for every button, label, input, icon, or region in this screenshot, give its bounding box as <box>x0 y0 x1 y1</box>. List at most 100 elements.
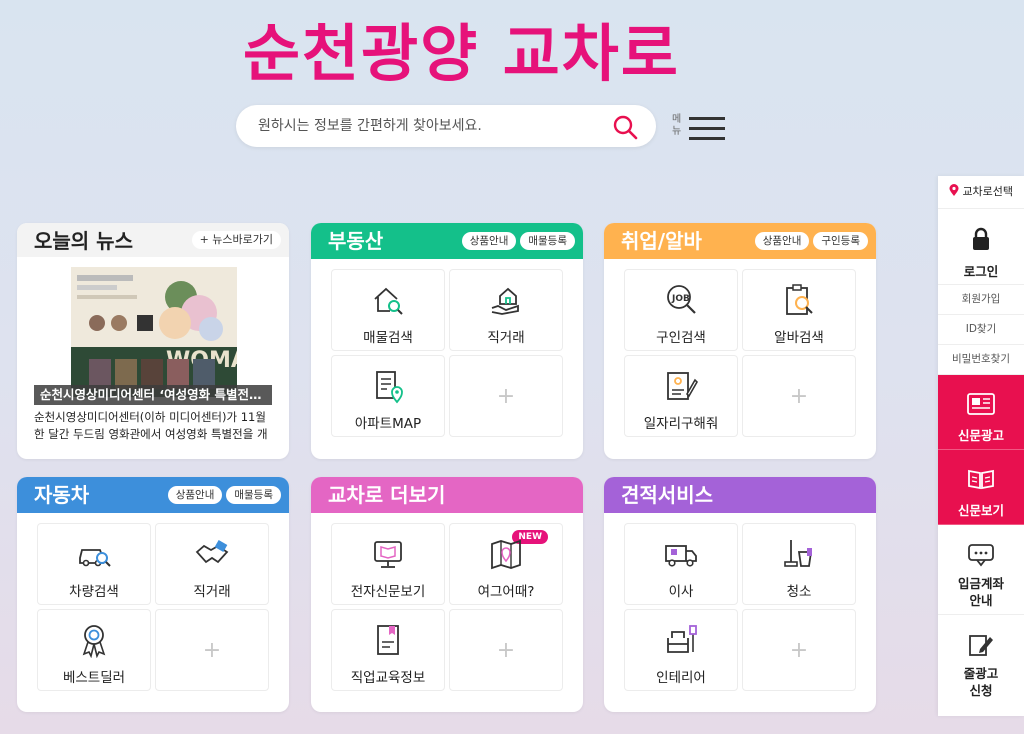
newspaper-ad-label: 신문광고 <box>957 428 1004 443</box>
e-newspaper-tile[interactable]: 전자신문보기 <box>331 523 445 605</box>
armchair-lamp-icon <box>663 622 699 658</box>
car-direct-tile[interactable]: 직거래 <box>155 523 269 605</box>
car-register-button[interactable]: 매물등록 <box>226 486 281 504</box>
login-button[interactable]: 로그인 <box>938 209 1024 285</box>
site-title[interactable]: 순천광양 교차로 <box>243 14 680 94</box>
estimate-title[interactable]: 견적서비스 <box>621 481 713 509</box>
news-title: 오늘의 뉴스 <box>34 229 133 253</box>
house-search-icon <box>370 282 406 318</box>
region-select-label: 교차로선택 <box>962 185 1014 198</box>
realestate-direct-tile[interactable]: 직거래 <box>449 269 563 351</box>
plus-icon: + <box>789 384 809 409</box>
interior-tile[interactable]: 인테리어 <box>624 609 738 691</box>
search-input[interactable] <box>258 113 618 139</box>
more-add-tile[interactable]: + <box>449 609 563 691</box>
location-pin-icon <box>949 184 959 196</box>
jobs-title[interactable]: 취업/알바 <box>621 227 702 255</box>
line-ad-label: 줄광고 신청 <box>963 666 999 698</box>
car-direct-label: 직거래 <box>193 584 231 600</box>
news-summary[interactable]: 순천시영상미디어센터(이하 미디어센터)가 11월 한 달간 두드림 영화관에서… <box>34 409 278 443</box>
search-bar <box>236 105 656 147</box>
deposit-account-button[interactable]: 입금계좌 안내 <box>938 525 1024 615</box>
job-request-tile[interactable]: 일자리구해줘 <box>624 355 738 437</box>
search-icon[interactable] <box>612 114 638 144</box>
news-header: 오늘의 뉴스 + 뉴스바로가기 <box>17 223 289 257</box>
book-bookmark-icon <box>370 622 406 658</box>
moving-tile[interactable]: 이사 <box>624 523 738 605</box>
find-password-link[interactable]: 비밀번호찾기 <box>938 345 1024 375</box>
clipboard-search-icon <box>781 282 817 318</box>
find-id-link[interactable]: ID찾기 <box>938 315 1024 345</box>
plus-icon: + <box>496 384 516 409</box>
realestate-title[interactable]: 부동산 <box>328 227 383 255</box>
best-dealer-tile[interactable]: 베스트딜러 <box>37 609 151 691</box>
region-select-button[interactable]: 교차로선택 <box>938 176 1024 209</box>
truck-icon <box>663 536 699 572</box>
jobs-register-button[interactable]: 구인등록 <box>813 232 868 250</box>
line-ad-button[interactable]: 줄광고 신청 <box>938 615 1024 705</box>
job-training-tile[interactable]: 직업교육정보 <box>331 609 445 691</box>
newspaper-view-label: 신문보기 <box>957 503 1004 518</box>
where-to-go-tile[interactable]: NEW 여그어때? <box>449 523 563 605</box>
moving-label: 이사 <box>668 584 694 600</box>
more-card: 교차로 더보기 전자신문보기 NEW 여그어때? 직업교육정보 + <box>311 477 583 712</box>
parttime-search-label: 알바검색 <box>774 330 824 346</box>
car-card: 자동차 상품안내 매물등록 차량검색 직거래 베스트딜러 + <box>17 477 289 712</box>
hamburger-icon <box>689 116 727 146</box>
more-title[interactable]: 교차로 더보기 <box>328 481 445 509</box>
jobs-product-info-button[interactable]: 상품안내 <box>754 232 810 250</box>
menu-label: 메뉴 <box>672 114 682 137</box>
realestate-add-tile[interactable]: + <box>449 355 563 437</box>
job-training-label: 직업교육정보 <box>350 670 426 686</box>
map-pin-icon <box>488 536 524 572</box>
newspaper-ad-button[interactable]: 신문광고 <box>938 375 1024 450</box>
realestate-search-tile[interactable]: 매물검색 <box>331 269 445 351</box>
realestate-header: 부동산 상품안내 매물등록 <box>311 223 583 259</box>
interior-label: 인테리어 <box>656 670 706 686</box>
estimate-add-tile[interactable]: + <box>742 609 856 691</box>
lock-icon <box>971 227 991 255</box>
news-headline[interactable]: 순천시영상미디어센터 ‘여성영화 특별전’... <box>34 385 272 405</box>
plus-icon: + <box>202 638 222 663</box>
deposit-account-label: 입금계좌 안내 <box>957 576 1004 608</box>
newspaper-view-button[interactable]: 신문보기 <box>938 450 1024 525</box>
open-book-icon <box>967 468 995 494</box>
plus-icon: + <box>496 638 516 663</box>
jobs-header: 취업/알바 상품안내 구인등록 <box>604 223 876 259</box>
car-add-tile[interactable]: + <box>155 609 269 691</box>
apartment-map-tile[interactable]: 아파트MAP <box>331 355 445 437</box>
best-dealer-label: 베스트딜러 <box>62 670 126 686</box>
car-title[interactable]: 자동차 <box>34 481 89 509</box>
jobs-add-tile[interactable]: + <box>742 355 856 437</box>
hand-house-icon <box>488 282 524 318</box>
news-more-button[interactable]: + 뉴스바로가기 <box>191 231 281 249</box>
realestate-direct-label: 직거래 <box>487 330 525 346</box>
job-search-tile[interactable]: JOB 구인검색 <box>624 269 738 351</box>
job-request-label: 일자리구해줘 <box>643 416 719 432</box>
jobs-card: 취업/알바 상품안내 구인등록 JOB 구인검색 알바검색 일자리구해줘 + <box>604 223 876 459</box>
mop-bucket-icon <box>781 536 817 572</box>
signup-link[interactable]: 회원가입 <box>938 285 1024 315</box>
cleaning-label: 청소 <box>786 584 812 600</box>
estimate-card: 견적서비스 이사 청소 인테리어 + <box>604 477 876 712</box>
news-thumbnail[interactable]: WOMAN <box>71 267 237 397</box>
news-card: 오늘의 뉴스 + 뉴스바로가기 WOMAN 순천시영상미디어센터 ‘여성영화 특… <box>17 223 289 459</box>
parttime-search-tile[interactable]: 알바검색 <box>742 269 856 351</box>
chat-bubble-icon <box>967 543 995 571</box>
monitor-book-icon <box>370 536 406 572</box>
apartment-map-label: 아파트MAP <box>354 416 422 432</box>
menu-button[interactable]: 메뉴 <box>672 113 728 143</box>
realestate-card: 부동산 상품안내 매물등록 매물검색 직거래 아파트MAP + <box>311 223 583 459</box>
e-newspaper-label: 전자신문보기 <box>350 584 426 600</box>
where-to-go-label: 여그어때? <box>477 584 535 600</box>
realestate-product-info-button[interactable]: 상품안내 <box>461 232 517 250</box>
svg-text:JOB: JOB <box>671 294 690 304</box>
car-product-info-button[interactable]: 상품안내 <box>167 486 223 504</box>
cleaning-tile[interactable]: 청소 <box>742 523 856 605</box>
newspaper-icon <box>967 393 995 419</box>
award-ribbon-icon <box>76 622 112 659</box>
car-search-tile[interactable]: 차량검색 <box>37 523 151 605</box>
realestate-register-button[interactable]: 매물등록 <box>520 232 575 250</box>
edit-document-icon <box>968 633 994 661</box>
handshake-icon <box>194 536 230 572</box>
